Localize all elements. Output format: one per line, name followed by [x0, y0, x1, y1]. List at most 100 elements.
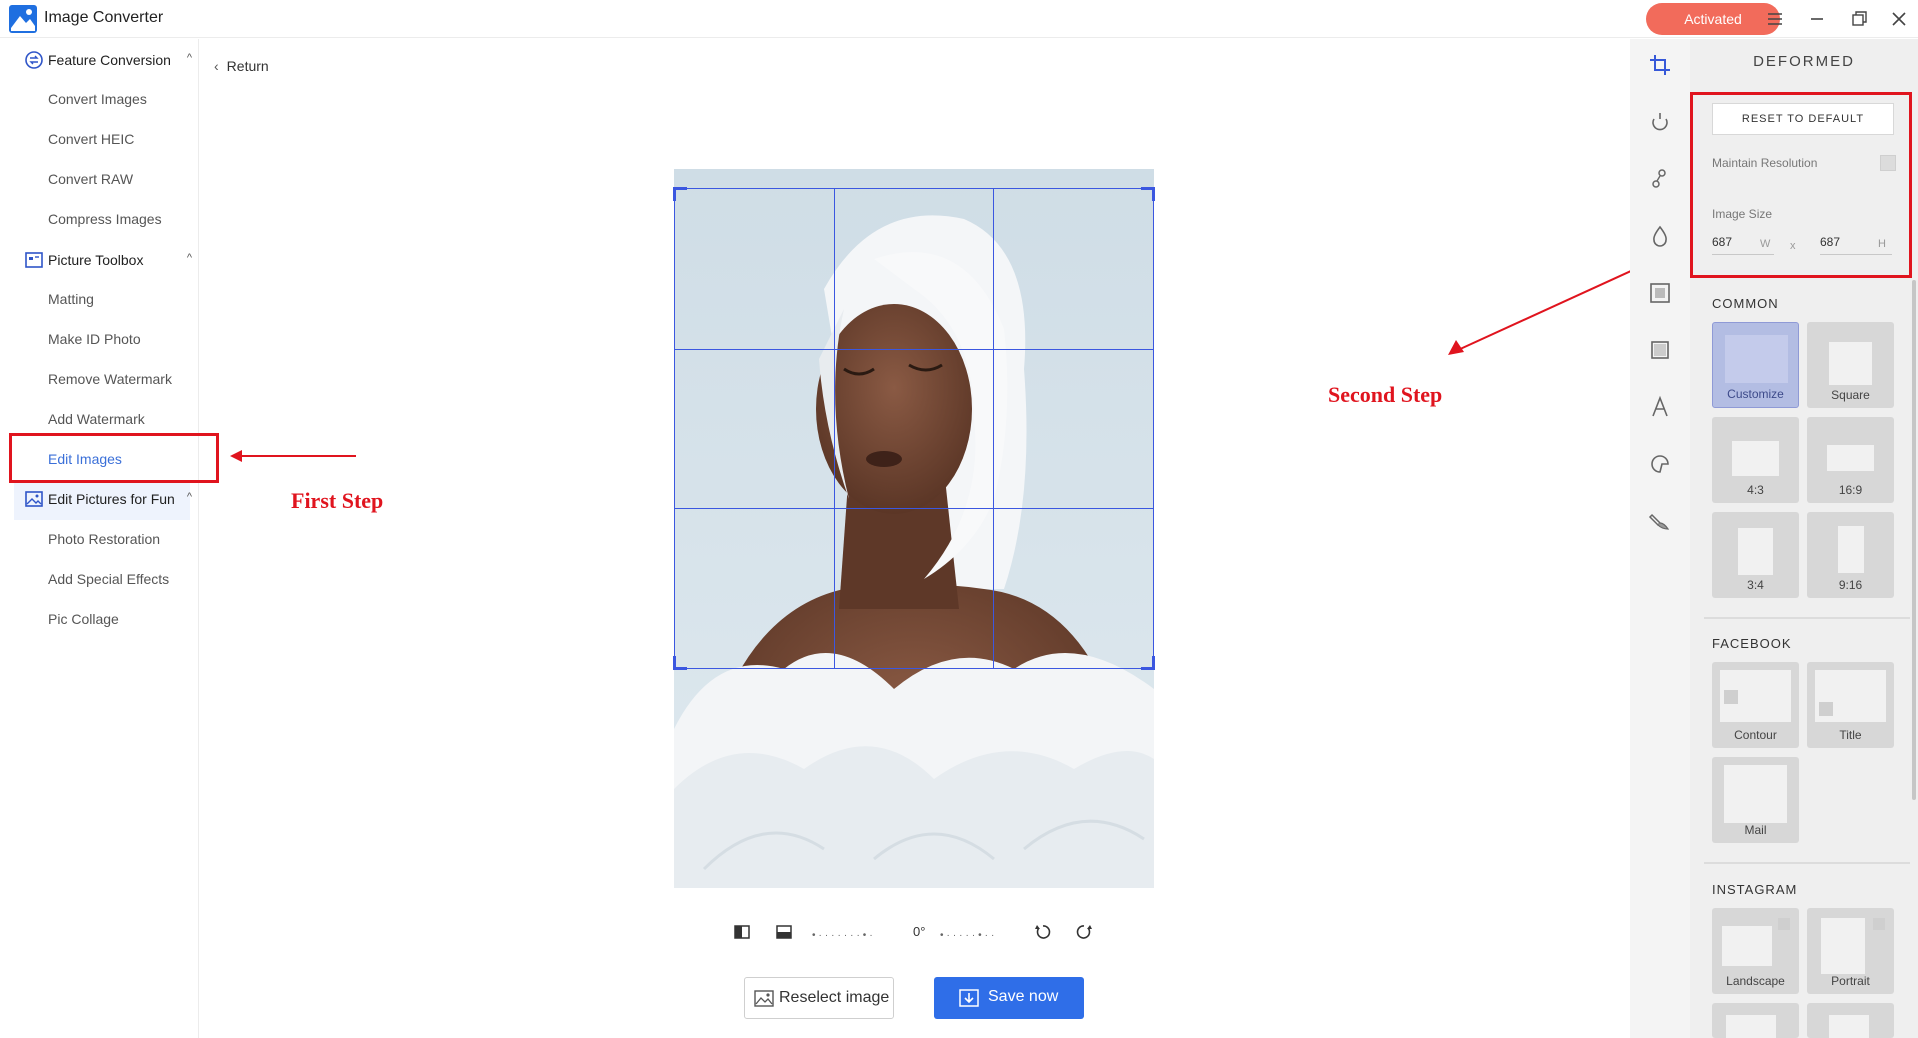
chevron-left-icon: ‹ — [214, 58, 219, 74]
preset-shape — [1827, 445, 1874, 471]
save-label: Save now — [988, 988, 1059, 1005]
preset-portrait[interactable]: Portrait — [1807, 908, 1894, 994]
sidebar-item-convert-heic[interactable]: Convert HEIC — [48, 131, 134, 147]
sidebar-item-compress-images[interactable]: Compress Images — [48, 211, 162, 227]
preset-label: 9:16 — [1838, 578, 1863, 592]
sticker-icon[interactable] — [1648, 452, 1672, 476]
app-logo-icon — [9, 5, 37, 33]
second-step-label: Second Step — [1328, 382, 1443, 407]
frame-icon[interactable] — [1648, 281, 1672, 305]
first-step-highlight-box — [9, 433, 219, 483]
section-instagram-label: INSTAGRAM — [1712, 882, 1798, 897]
preset-label: 3:4 — [1747, 578, 1764, 592]
preset-label: Customize — [1727, 387, 1784, 401]
first-step-arrow — [230, 450, 356, 462]
preset-shape — [1724, 765, 1787, 823]
panel-title: DEFORMED — [1753, 53, 1855, 70]
sidebar: Feature Conversion ^ Convert Images Conv… — [0, 39, 199, 1038]
sidebar-item-matting[interactable]: Matting — [48, 291, 94, 307]
sidebar-item-make-id-photo[interactable]: Make ID Photo — [48, 331, 141, 347]
group-edit-pictures-for-fun[interactable]: Edit Pictures for Fun ^ — [24, 487, 196, 511]
preset-shape — [1724, 690, 1738, 704]
preset-16-9[interactable]: 16:9 — [1807, 417, 1894, 503]
flip-horizontal-icon[interactable] — [732, 922, 752, 942]
menu-icon[interactable] — [1762, 6, 1788, 32]
restore-icon[interactable] — [1846, 6, 1872, 32]
reselect-label: Reselect image — [779, 989, 890, 1006]
crop-icon[interactable] — [1648, 53, 1672, 77]
preset-shape — [1873, 918, 1885, 930]
preset-shape — [1738, 528, 1773, 575]
flip-vertical-icon[interactable] — [774, 922, 794, 942]
reselect-image-button[interactable]: Reselect image — [744, 977, 894, 1019]
toolbox-icon — [25, 252, 43, 268]
first-step-label: First Step — [291, 488, 384, 513]
adjust-icon[interactable] — [1648, 110, 1672, 134]
brush-icon[interactable] — [1648, 509, 1672, 533]
crop-frame[interactable] — [673, 187, 1155, 670]
nodes-icon[interactable] — [1648, 167, 1672, 191]
sidebar-item-add-watermark[interactable]: Add Watermark — [48, 411, 145, 427]
sidebar-item-remove-watermark[interactable]: Remove Watermark — [48, 371, 172, 387]
preset-label: Square — [1831, 388, 1870, 402]
grid-line — [834, 189, 835, 668]
title-bar: Image Converter Activated — [0, 0, 1918, 38]
preset-title[interactable]: Title — [1807, 662, 1894, 748]
chevron-up-icon: ^ — [186, 52, 192, 64]
preset-9-16[interactable]: 9:16 — [1807, 512, 1894, 598]
preset-more[interactable] — [1807, 1003, 1894, 1038]
rotate-left-icon[interactable] — [1033, 922, 1053, 942]
image-icon — [754, 990, 774, 1007]
rotation-slider-left[interactable]: •·······•· — [812, 930, 876, 941]
activated-button[interactable]: Activated — [1646, 3, 1780, 35]
section-facebook-label: FACEBOOK — [1712, 636, 1792, 651]
preset-shape — [1819, 702, 1833, 716]
overlay-icon[interactable] — [1648, 338, 1672, 362]
crop-handle-top-right[interactable] — [1141, 187, 1155, 201]
preset-more[interactable] — [1712, 1003, 1799, 1038]
section-divider — [1704, 617, 1910, 619]
app-title: Image Converter — [44, 9, 164, 26]
preset-label: Portrait — [1831, 974, 1870, 988]
group-label: Picture Toolbox — [48, 252, 144, 268]
grid-line — [993, 189, 994, 668]
sidebar-item-pic-collage[interactable]: Pic Collage — [48, 611, 119, 627]
preset-landscape[interactable]: Landscape — [1712, 908, 1799, 994]
minimize-icon[interactable] — [1804, 6, 1830, 32]
grid-line — [675, 349, 1153, 350]
crop-handle-bottom-left[interactable] — [673, 656, 687, 670]
preset-shape — [1725, 335, 1788, 383]
preset-mail[interactable]: Mail — [1712, 757, 1799, 843]
preset-shape — [1732, 441, 1779, 476]
crop-handle-bottom-right[interactable] — [1141, 656, 1155, 670]
close-icon[interactable] — [1886, 6, 1912, 32]
sidebar-item-add-special-effects[interactable]: Add Special Effects — [48, 571, 169, 587]
sidebar-item-photo-restoration[interactable]: Photo Restoration — [48, 531, 160, 547]
section-divider — [1704, 862, 1910, 864]
crop-handle-top-left[interactable] — [673, 187, 687, 201]
preset-shape — [1838, 526, 1864, 573]
preset-customize[interactable]: Customize — [1712, 322, 1799, 408]
text-icon[interactable] — [1648, 395, 1672, 419]
rotate-right-icon[interactable] — [1074, 922, 1094, 942]
save-now-button[interactable]: Save now — [934, 977, 1084, 1019]
drop-icon[interactable] — [1648, 224, 1672, 248]
rotation-slider-right[interactable]: •·····•·· — [940, 930, 997, 941]
sidebar-item-convert-raw[interactable]: Convert RAW — [48, 171, 133, 187]
return-link[interactable]: ‹ Return — [214, 58, 269, 74]
panel-scrollbar[interactable] — [1912, 280, 1916, 800]
group-feature-conversion[interactable]: Feature Conversion ^ — [24, 48, 196, 72]
group-label: Feature Conversion — [48, 52, 171, 68]
sidebar-item-convert-images[interactable]: Convert Images — [48, 91, 147, 107]
preset-3-4[interactable]: 3:4 — [1712, 512, 1799, 598]
preset-contour[interactable]: Contour — [1712, 662, 1799, 748]
preset-4-3[interactable]: 4:3 — [1712, 417, 1799, 503]
conversion-icon — [25, 51, 43, 69]
picture-icon — [25, 491, 43, 507]
preset-shape — [1829, 1015, 1869, 1038]
preset-shape — [1821, 918, 1865, 974]
preset-shape — [1778, 918, 1790, 930]
group-picture-toolbox[interactable]: Picture Toolbox ^ — [24, 248, 196, 272]
preset-square[interactable]: Square — [1807, 322, 1894, 408]
return-label: Return — [226, 58, 269, 74]
